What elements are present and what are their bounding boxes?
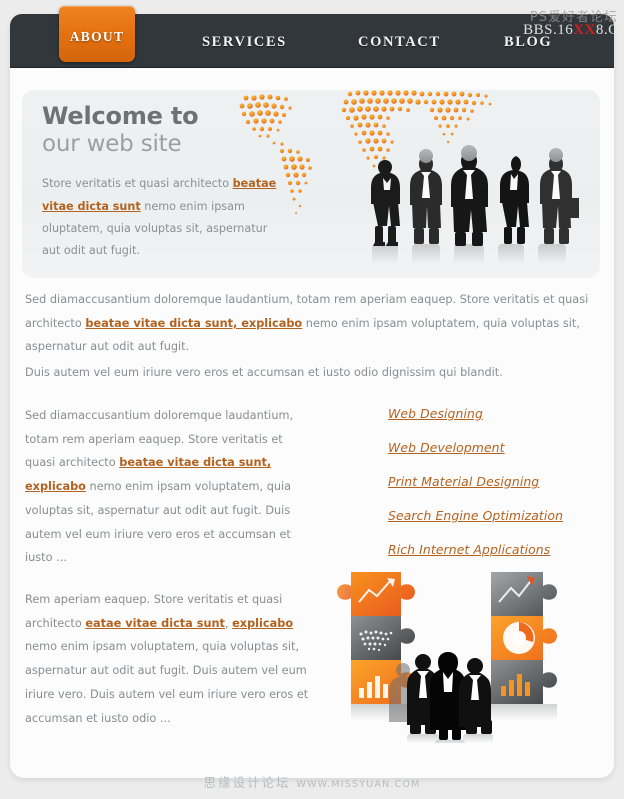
- business-people-silhouettes-graphic: [371, 145, 579, 264]
- bottom-column-paragraph: Rem aperiam eaquep. Store veritatis et q…: [25, 588, 310, 730]
- hero-text: Welcome to our web site Store veritatis …: [42, 102, 287, 263]
- nav-item-contact[interactable]: CONTACT: [358, 14, 441, 68]
- service-link-web-designing[interactable]: Web Designing: [388, 406, 588, 421]
- service-link-rich-internet-applications[interactable]: Rich Internet Applications: [388, 542, 588, 557]
- service-link-print-material-designing[interactable]: Print Material Designing: [388, 474, 588, 489]
- hero-paragraph-part1: Store veritatis et quasi architecto: [42, 177, 233, 191]
- intro-paragraph: Sed diamaccusantium doloremque laudantiu…: [25, 288, 590, 385]
- puzzle-teamwork-graphic: [337, 572, 557, 743]
- nav-item-about[interactable]: ABOUT: [59, 6, 135, 62]
- bottom-column-inline-link-2[interactable]: explicabo: [232, 617, 293, 630]
- watermark-bottom-en: WWW.MISSYUAN.COM: [296, 779, 421, 790]
- service-link-web-development[interactable]: Web Development: [388, 440, 588, 455]
- intro-second-line: Duis autem vel eum iriure vero eros et a…: [25, 366, 503, 380]
- hero-panel: Welcome to our web site Store veritatis …: [22, 90, 600, 278]
- hero-subtitle: our web site: [42, 130, 182, 157]
- page-stage: SERVICES CONTACT BLOG ABOUT PS爱好者论坛 BBS.…: [0, 0, 624, 799]
- bottom-column-inline-link-1[interactable]: eatae vitae dicta sunt: [85, 617, 225, 630]
- nav-item-about-label: ABOUT: [69, 29, 125, 44]
- intro-inline-link[interactable]: beatae vitae dicta sunt, explicabo: [85, 317, 302, 330]
- nav-item-services[interactable]: SERVICES: [202, 14, 287, 68]
- hero-title: Welcome to: [42, 102, 199, 130]
- bottom-column-part2: nemo enim ipsam voluptatem, quia volupta…: [25, 640, 309, 725]
- left-column-paragraph: Sed diamaccusantium doloremque laudantiu…: [25, 404, 315, 570]
- services-link-list: Web Designing Web Development Print Mate…: [388, 406, 588, 576]
- nav-item-blog[interactable]: BLOG: [504, 14, 552, 68]
- service-link-search-engine-optimization[interactable]: Search Engine Optimization: [388, 508, 588, 523]
- hero-paragraph: Store veritatis et quasi architecto beat…: [42, 173, 287, 263]
